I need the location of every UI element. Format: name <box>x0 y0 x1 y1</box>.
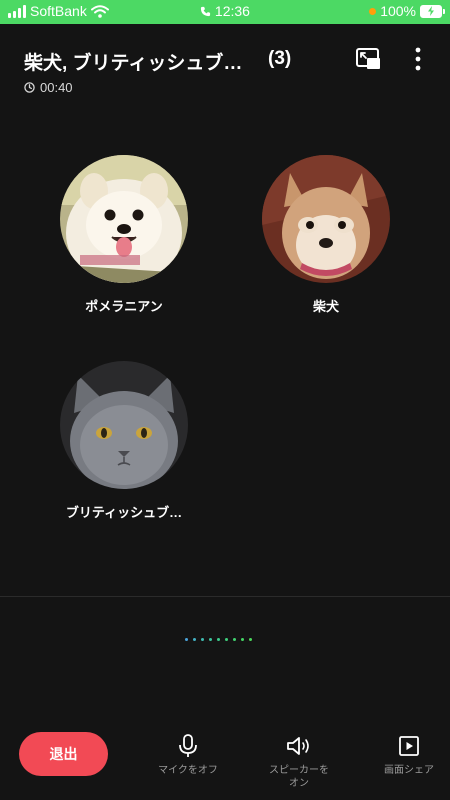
shiba-photo <box>262 155 390 283</box>
battery-icon <box>420 4 445 18</box>
more-icon <box>415 47 421 71</box>
avatar <box>60 155 188 283</box>
pomeranian-photo <box>60 155 188 283</box>
speaker-label-line2: オン <box>289 778 309 789</box>
clock-icon <box>24 82 35 93</box>
participant-tile[interactable]: ブリティッシュブ… <box>44 361 204 521</box>
call-header: 柴犬, ブリティッシュブ… (3) 00:40 <box>0 24 450 104</box>
pip-icon <box>356 48 380 69</box>
participant-tile[interactable]: ポメラニアン <box>44 155 204 315</box>
more-button[interactable] <box>408 44 428 74</box>
clock-time: 12:36 <box>214 3 250 19</box>
mic-icon <box>179 734 197 757</box>
participant-name: 柴犬 <box>312 299 339 314</box>
avatar <box>262 155 390 283</box>
orange-dot-icon <box>369 7 377 15</box>
screen-share-label: 画面シェア <box>384 765 434 776</box>
participant-name: ブリティッシュブ… <box>65 505 183 520</box>
screen-share-button[interactable]: 画面シェア <box>364 734 450 777</box>
participant-tile[interactable]: 柴犬 <box>246 155 406 315</box>
phone-icon <box>200 6 211 17</box>
mic-toggle-button[interactable]: マイクをオフ <box>143 734 233 777</box>
participant-count: (3) <box>268 48 292 69</box>
charging-bolt-icon <box>428 6 434 16</box>
participant-name: ポメラニアン <box>85 299 163 314</box>
speaker-label-line1: スピーカーを <box>269 765 329 776</box>
cat-photo <box>60 361 188 489</box>
call-timer: 00:40 <box>24 80 73 95</box>
pip-button[interactable] <box>355 46 381 72</box>
avatar <box>60 361 188 489</box>
timer-value: 00:40 <box>40 80 73 95</box>
divider <box>0 596 450 597</box>
mic-label: マイクをオフ <box>158 765 218 776</box>
status-right: 100% <box>369 3 445 19</box>
leave-button[interactable]: 退出 <box>19 732 108 776</box>
call-title: 柴犬, ブリティッシュブ… <box>24 53 243 74</box>
call-screen: SoftBank 12:36 100% 柴犬, ブリティッシュブ… (3) 00… <box>0 0 450 800</box>
speaker-toggle-button[interactable]: スピーカーを オン <box>254 734 344 790</box>
speaker-icon <box>287 737 309 755</box>
status-bar: SoftBank 12:36 100% <box>0 0 450 24</box>
page-indicator <box>185 638 252 641</box>
battery-percent: 100% <box>380 3 416 19</box>
screen-share-icon <box>399 736 419 756</box>
